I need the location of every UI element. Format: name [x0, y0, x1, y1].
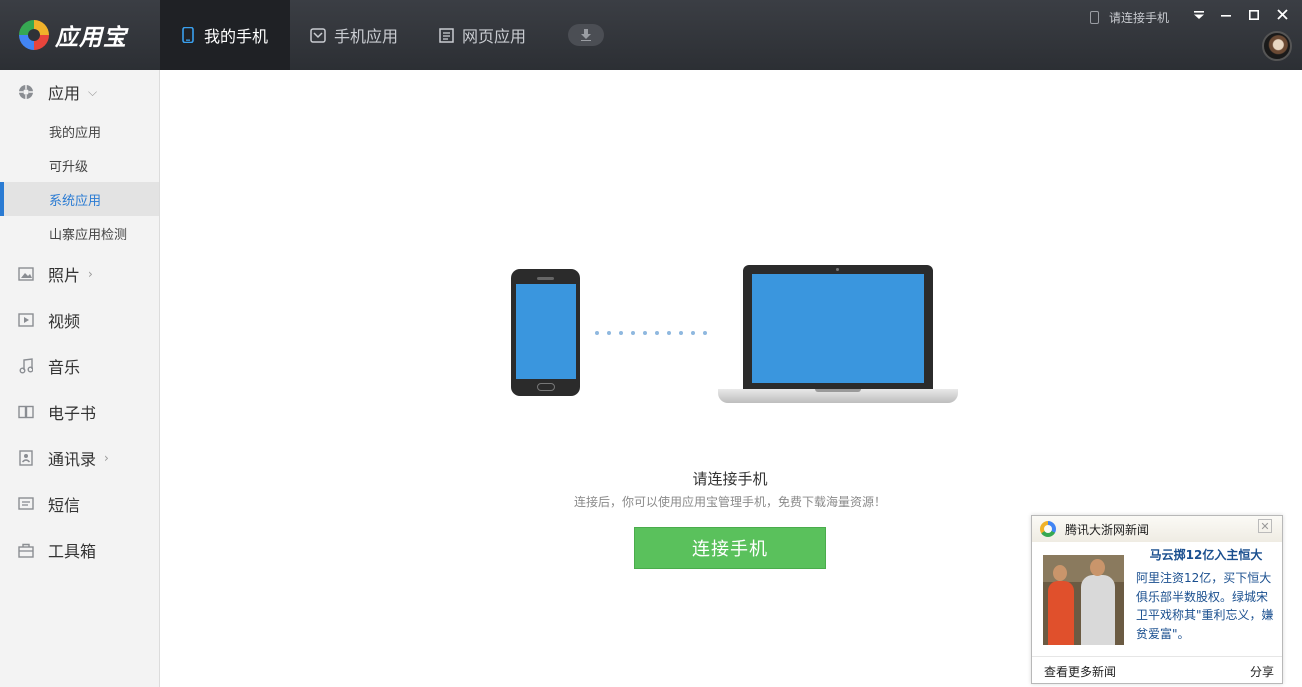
sidebar-item-photos[interactable]: 照片 ›: [0, 254, 159, 294]
ebook-icon: [18, 404, 34, 420]
connect-phone-link[interactable]: 请连接手机: [1090, 7, 1169, 27]
sms-icon: [18, 496, 34, 512]
sidebar-item-sms[interactable]: 短信: [0, 484, 159, 524]
web-app-icon: [438, 27, 454, 43]
sidebar-item-music[interactable]: 音乐: [0, 346, 159, 386]
sidebar-item-label: 工具箱: [48, 542, 97, 561]
news-popup: 腾讯大浙网新闻 ✕ 马云掷12亿入主恒大 阿里注资12亿，买下恒大俱乐部半数股权…: [1031, 515, 1283, 684]
sidebar-item-contacts[interactable]: 通讯录 ›: [0, 438, 159, 478]
download-manager-button[interactable]: [568, 24, 604, 46]
sidebar-item-label: 音乐: [48, 358, 81, 377]
sidebar-item-label: 照片: [48, 266, 81, 285]
chevron-right-icon: ›: [104, 451, 109, 465]
sidebar-subitem-upgradable[interactable]: 可升级: [0, 148, 159, 182]
phone-illustration: [511, 269, 580, 396]
phone-to-pc-illustration: [510, 265, 960, 405]
chevron-down-icon: ⌵: [88, 84, 98, 99]
sidebar-item-label: 应用: [48, 84, 81, 103]
maximize-icon: [1249, 9, 1259, 24]
news-body[interactable]: 阿里注资12亿，买下恒大俱乐部半数股权。绿城宋卫平戏称其"重利忘义，嫌贫爱富"。: [1136, 569, 1276, 643]
maximize-button[interactable]: [1245, 6, 1263, 26]
title-bar: 应用宝 我的手机 手机应用 网页应用 请连接手机: [0, 0, 1302, 70]
connection-dots: [595, 331, 707, 335]
sidebar-item-ebooks[interactable]: 电子书: [0, 392, 159, 432]
app-logo-icon: [19, 20, 49, 50]
sidebar-item-label: 通讯录: [48, 450, 97, 469]
user-avatar[interactable]: [1262, 31, 1292, 61]
sidebar-item-label: 视频: [48, 312, 81, 331]
sidebar-subitem-my-apps[interactable]: 我的应用: [0, 114, 159, 148]
sidebar-subitem-label: 系统应用: [49, 193, 102, 209]
sidebar-subitem-label: 山寨应用检测: [49, 227, 128, 243]
sidebar-subitem-label: 可升级: [49, 159, 89, 175]
tab-label: 手机应用: [334, 27, 399, 46]
phone-outline-icon: [1090, 10, 1099, 24]
sidebar-item-apps[interactable]: 应用 ⌵: [0, 72, 159, 112]
toolbox-icon: [18, 542, 34, 558]
close-window-button[interactable]: [1273, 6, 1291, 26]
minimize-icon: [1221, 9, 1231, 24]
connect-subtitle: 连接后，你可以使用应用宝管理手机，免费下载海量资源！: [573, 495, 886, 509]
sidebar-item-videos[interactable]: 视频: [0, 300, 159, 340]
tab-label: 网页应用: [462, 27, 527, 46]
tab-my-phone[interactable]: 我的手机: [160, 0, 290, 70]
download-icon: [581, 26, 591, 45]
tab-phone-apps[interactable]: 手机应用: [290, 0, 420, 70]
sidebar: 应用 ⌵ 我的应用 可升级 系统应用 山寨应用检测 照片 › 视频 音乐 电子书: [0, 70, 160, 687]
more-news-link[interactable]: 查看更多新闻: [1044, 663, 1116, 680]
sidebar-item-toolbox[interactable]: 工具箱: [0, 530, 159, 570]
connect-phone-button[interactable]: 连接手机: [634, 527, 826, 569]
sidebar-item-label: 短信: [48, 496, 81, 515]
chevron-right-icon: ›: [88, 267, 93, 281]
apps-icon: [18, 84, 34, 100]
app-name: 应用宝: [55, 25, 127, 51]
connect-hint-label: 请连接手机: [1109, 10, 1170, 25]
tencent-news-icon: [1040, 521, 1056, 537]
video-icon: [18, 312, 34, 328]
photo-icon: [18, 266, 34, 282]
sidebar-subitem-label: 我的应用: [49, 125, 102, 141]
news-close-button[interactable]: ✕: [1258, 519, 1272, 533]
share-link[interactable]: 分享: [1250, 663, 1274, 680]
contacts-icon: [18, 450, 34, 466]
news-source: 腾讯大浙网新闻: [1065, 522, 1150, 537]
sidebar-subitem-fake-app-check[interactable]: 山寨应用检测: [0, 216, 159, 250]
close-icon: [1276, 8, 1288, 24]
laptop-base: [718, 389, 958, 403]
dropdown-menu-icon: [1193, 9, 1205, 24]
minimize-button[interactable]: [1217, 6, 1235, 26]
news-header: 腾讯大浙网新闻 ✕: [1032, 516, 1282, 542]
news-headline[interactable]: 马云掷12亿入主恒大: [1142, 546, 1270, 563]
music-icon: [18, 358, 34, 374]
app-logo: 应用宝: [0, 0, 160, 70]
tab-label: 我的手机: [204, 27, 269, 46]
news-footer: 查看更多新闻 分享: [1032, 656, 1282, 684]
menu-button[interactable]: [1190, 6, 1208, 26]
laptop-illustration: [743, 265, 933, 389]
phone-icon: [180, 27, 196, 43]
app-store-icon: [310, 27, 326, 43]
connect-title: 请连接手机: [692, 470, 768, 488]
news-photo[interactable]: [1043, 555, 1124, 645]
tab-web-apps[interactable]: 网页应用: [420, 0, 550, 70]
sidebar-item-label: 电子书: [48, 404, 97, 423]
sidebar-subitem-system-apps[interactable]: 系统应用: [0, 182, 159, 216]
